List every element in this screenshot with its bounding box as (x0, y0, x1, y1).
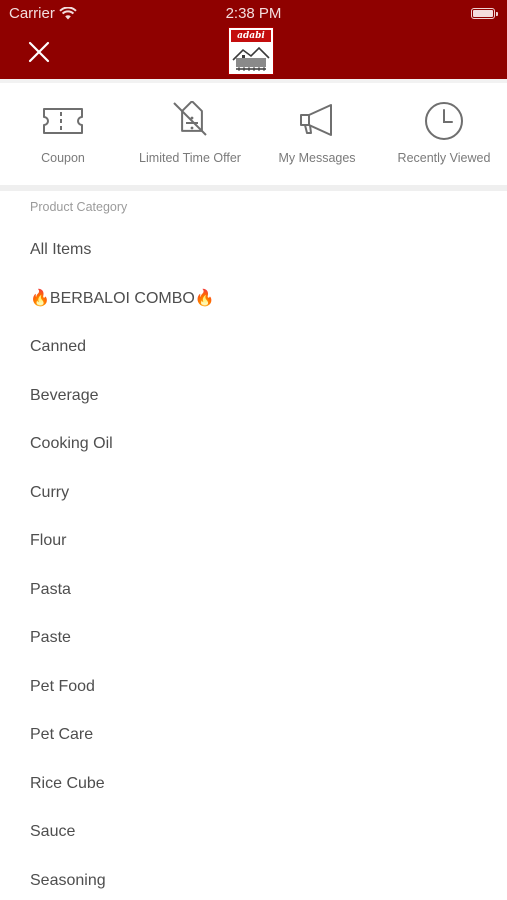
quick-link-my-messages[interactable]: My Messages (254, 101, 380, 171)
coupon-ticket-icon (43, 108, 83, 134)
close-icon (28, 41, 50, 63)
category-item-seasoning[interactable]: Seasoning (0, 857, 507, 900)
category-item-canned[interactable]: Canned (0, 323, 507, 372)
product-category-list: All Items 🔥BERBALOI COMBO🔥 Canned Bevera… (0, 226, 507, 900)
category-item-sauce[interactable]: Sauce (0, 808, 507, 857)
category-item-cooking-oil[interactable]: Cooking Oil (0, 420, 507, 469)
quick-link-recently-viewed[interactable]: Recently Viewed (381, 101, 507, 171)
battery-icon (471, 8, 498, 19)
quick-link-label: My Messages (278, 151, 356, 165)
status-time: 2:38 PM (225, 5, 282, 22)
quick-link-label: Coupon (41, 151, 85, 165)
clock-icon (425, 102, 463, 140)
logo-wordmark: adabi (231, 30, 271, 42)
category-item-berbaloi-combo[interactable]: 🔥BERBALOI COMBO🔥 (0, 275, 507, 324)
category-item-flour[interactable]: Flour (0, 517, 507, 566)
quick-link-limited-time-offer[interactable]: Limited Time Offer (127, 101, 253, 171)
category-item-rice-cube[interactable]: Rice Cube (0, 760, 507, 809)
status-bar: Carrier 2:38 PM (0, 0, 507, 28)
category-item-pasta[interactable]: Pasta (0, 566, 507, 615)
brand-logo: adabi (228, 27, 274, 75)
category-item-all-items[interactable]: All Items (0, 226, 507, 275)
megaphone-icon (300, 104, 332, 136)
quick-link-label: Recently Viewed (397, 151, 491, 165)
discount-tag-icon (173, 101, 207, 136)
close-button[interactable] (24, 37, 54, 67)
quick-link-coupon[interactable]: Coupon (0, 101, 126, 171)
product-category-heading: Product Category (30, 200, 128, 214)
app-header: Carrier 2:38 PM adabi (0, 0, 507, 79)
category-item-beverage[interactable]: Beverage (0, 372, 507, 421)
quick-link-label: Limited Time Offer (139, 151, 241, 165)
category-item-curry[interactable]: Curry (0, 469, 507, 518)
category-item-paste[interactable]: Paste (0, 614, 507, 663)
quick-links-bar: Coupon Limited Time Offer My Messages Re… (0, 79, 507, 185)
category-item-pet-food[interactable]: Pet Food (0, 663, 507, 712)
logo-house-icon (232, 46, 270, 71)
section-divider (0, 185, 507, 191)
category-item-pet-care[interactable]: Pet Care (0, 711, 507, 760)
